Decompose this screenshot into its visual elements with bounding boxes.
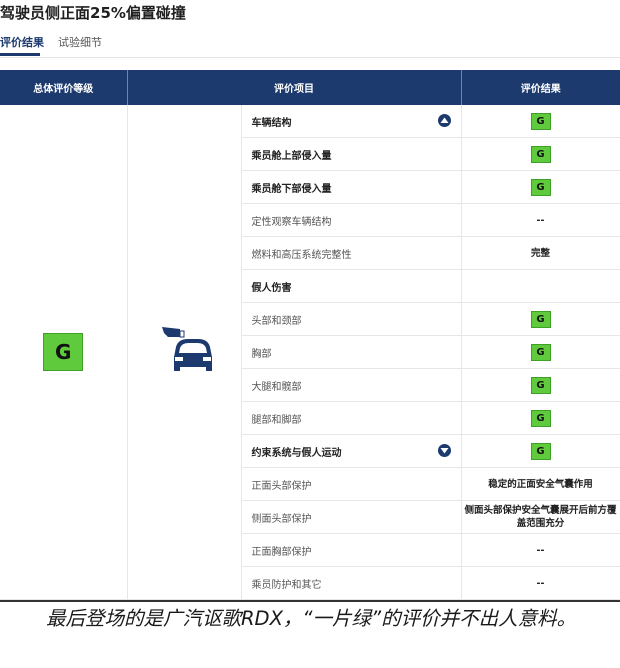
table-body: G 车辆结构 G 乘员舱上部侵入量 G 乘员舱下部侵入量 G 定性观察车辆结构 -- 燃料和高压系… bbox=[0, 105, 620, 600]
rating-badge: G bbox=[530, 112, 551, 130]
result-text: 稳定的正面安全气囊作用 bbox=[488, 478, 593, 490]
header-evaluation-result: 评价结果 bbox=[461, 70, 620, 105]
overall-rating-badge: G bbox=[43, 333, 84, 371]
rating-badge: G bbox=[530, 376, 551, 394]
evaluation-result-cell: G bbox=[461, 401, 620, 435]
result-text: 侧面头部保护安全气囊展开后前方覆盖范围充分 bbox=[464, 505, 617, 529]
evaluation-item-label: 正面头部保护 bbox=[251, 480, 312, 492]
table-row: G 车辆结构 G bbox=[0, 105, 620, 600]
evaluation-item-label: 大腿和髋部 bbox=[251, 381, 302, 393]
evaluation-result-cell bbox=[461, 269, 620, 303]
tabs-divider bbox=[0, 57, 620, 58]
evaluation-item-label: 假人伤害 bbox=[251, 282, 292, 294]
evaluation-item-cell: 头部和颈部 bbox=[241, 302, 462, 336]
rating-badge: G bbox=[530, 343, 551, 361]
evaluation-result-cell: G bbox=[461, 170, 620, 204]
evaluation-item-cell: 乘员防护和其它 bbox=[241, 566, 462, 600]
evaluation-item-label: 乘员防护和其它 bbox=[251, 579, 322, 591]
evaluation-item-label: 定性观察车辆结构 bbox=[251, 216, 332, 228]
evaluation-result-cell: G bbox=[461, 105, 620, 138]
evaluation-result-cell: -- bbox=[461, 203, 620, 237]
car-front-offset-crash-icon bbox=[154, 321, 214, 384]
tab-bar: 评价结果 试验细节 bbox=[0, 34, 620, 58]
article-caption: 最后登场的是广汽讴歌RDX，“一片绿”的评价并不出人意料。 bbox=[46, 607, 577, 630]
evaluation-item-cell: 定性观察车辆结构 bbox=[241, 203, 462, 237]
evaluation-item-cell: 正面头部保护 bbox=[241, 467, 462, 501]
chevron-up-icon[interactable] bbox=[437, 114, 451, 127]
evaluation-item-cell: 侧面头部保护 bbox=[241, 500, 462, 534]
table-header-row: 总体评价等级 评价项目 评价结果 bbox=[0, 70, 620, 105]
evaluation-item-cell: 乘员舱上部侵入量 bbox=[241, 137, 462, 171]
evaluation-result-cell: 完整 bbox=[461, 236, 620, 270]
evaluation-item-cell: 正面胸部保护 bbox=[241, 533, 462, 567]
evaluation-item-cell: 胸部 bbox=[241, 335, 462, 369]
result-text: 完整 bbox=[530, 247, 550, 259]
evaluation-result-cell: G bbox=[461, 302, 620, 336]
rating-badge: G bbox=[530, 178, 551, 196]
evaluation-result-cell: -- bbox=[461, 533, 620, 567]
evaluation-result-cell: G bbox=[461, 368, 620, 402]
evaluation-result-cell: 稳定的正面安全气囊作用 bbox=[461, 467, 620, 501]
caption-divider bbox=[0, 600, 620, 602]
result-text: -- bbox=[536, 544, 545, 556]
evaluation-result-cell: 侧面头部保护安全气囊展开后前方覆盖范围充分 bbox=[461, 500, 620, 534]
chevron-down-icon[interactable] bbox=[437, 444, 451, 457]
active-tab-indicator bbox=[0, 53, 40, 56]
rating-badge: G bbox=[530, 145, 551, 163]
overall-rating-cell: G bbox=[0, 105, 128, 600]
evaluation-item-label: 腿部和脚部 bbox=[251, 414, 302, 426]
evaluation-result-cell: G bbox=[461, 434, 620, 468]
evaluation-item-cell: 腿部和脚部 bbox=[241, 401, 462, 435]
test-icon-cell bbox=[127, 105, 242, 600]
evaluation-item-cell: 车辆结构 bbox=[241, 105, 462, 138]
evaluation-item-cell: 乘员舱下部侵入量 bbox=[241, 170, 462, 204]
evaluation-item-cell: 燃料和高压系统完整性 bbox=[241, 236, 462, 270]
evaluation-item-label: 头部和颈部 bbox=[251, 315, 302, 327]
evaluation-item-label: 正面胸部保护 bbox=[251, 546, 312, 558]
rating-badge: G bbox=[530, 409, 551, 427]
header-overall-rating: 总体评价等级 bbox=[0, 70, 128, 105]
header-evaluation-item: 评价项目 bbox=[127, 70, 462, 105]
tab-test-details[interactable]: 试验细节 bbox=[58, 34, 102, 50]
rating-badge: G bbox=[530, 442, 551, 460]
evaluation-item-label: 燃料和高压系统完整性 bbox=[251, 249, 352, 261]
evaluation-item-cell: 约束系统与假人运动 bbox=[241, 434, 462, 468]
results-table: 总体评价等级 评价项目 评价结果 G 车辆结构 G 乘员舱上部侵入量 G 乘员舱下部侵入量… bbox=[0, 70, 620, 600]
evaluation-result-cell: G bbox=[461, 335, 620, 369]
evaluation-item-cell: 假人伤害 bbox=[241, 269, 462, 303]
evaluation-item-cell: 大腿和髋部 bbox=[241, 368, 462, 402]
evaluation-item-label: 约束系统与假人运动 bbox=[251, 447, 342, 459]
evaluation-item-label: 乘员舱上部侵入量 bbox=[251, 150, 332, 162]
evaluation-item-label: 侧面头部保护 bbox=[251, 513, 312, 525]
page-title: 驾驶员侧正面25%偏置碰撞 bbox=[0, 4, 186, 22]
evaluation-result-cell: -- bbox=[461, 566, 620, 600]
evaluation-item-label: 胸部 bbox=[251, 348, 272, 360]
evaluation-item-label: 车辆结构 bbox=[251, 117, 292, 129]
result-text: -- bbox=[536, 577, 545, 589]
tab-evaluation-results[interactable]: 评价结果 bbox=[0, 34, 44, 50]
evaluation-result-cell: G bbox=[461, 137, 620, 171]
result-text: -- bbox=[536, 214, 545, 226]
rating-badge: G bbox=[530, 310, 551, 328]
evaluation-item-label: 乘员舱下部侵入量 bbox=[251, 183, 332, 195]
